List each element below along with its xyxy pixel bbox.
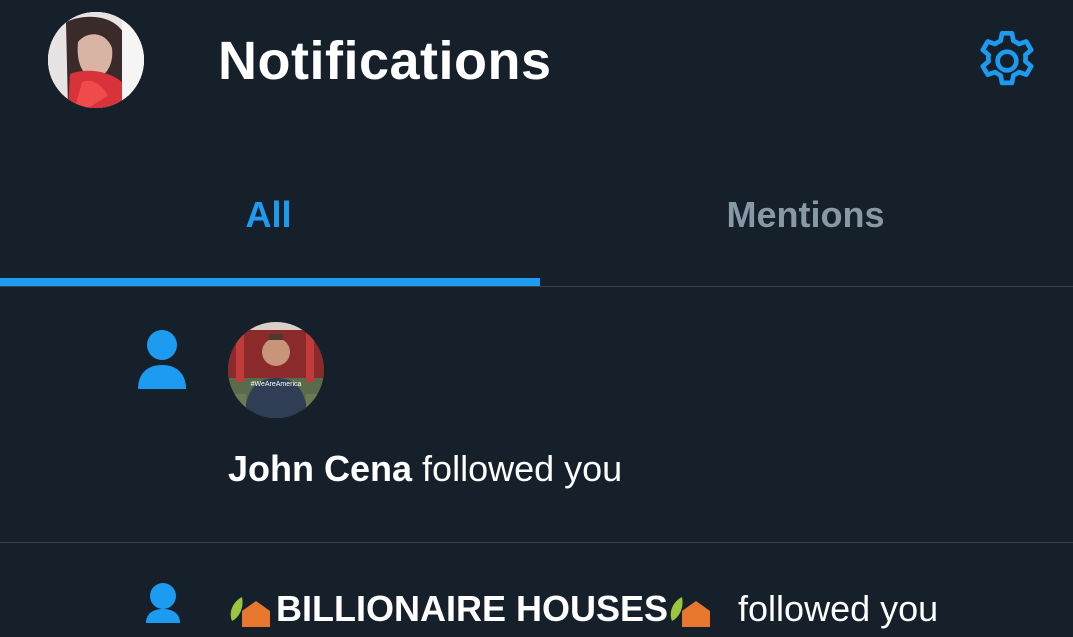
tab-mentions[interactable]: Mentions [537, 150, 1073, 287]
top-header: Notifications [0, 0, 1073, 128]
person-icon [146, 583, 180, 623]
tab-mentions-label: Mentions [726, 194, 885, 235]
house-emoji-icon [228, 591, 276, 627]
active-tab-indicator [0, 278, 540, 286]
house-emoji-icon [668, 591, 716, 627]
page-title: Notifications [218, 31, 552, 91]
avatar-caption: #WeAreAmerica [251, 381, 302, 388]
notification-action: followed you [422, 448, 623, 489]
tab-all[interactable]: All [0, 150, 537, 287]
notification-tabs: All Mentions [0, 150, 1073, 287]
follower-name[interactable]: John Cena [228, 448, 412, 489]
tab-all-label: All [245, 194, 292, 235]
avatar[interactable]: #WeAreAmerica [228, 322, 324, 418]
person-icon [136, 329, 188, 389]
profile-avatar[interactable] [48, 12, 144, 108]
profile-photo [48, 12, 144, 108]
notification-action: followed you [738, 588, 939, 629]
gear-icon[interactable] [972, 26, 1042, 96]
notification-item[interactable]: #WeAreAmerica John Cena followed you [0, 287, 1073, 542]
notification-item[interactable]: BILLIONAIRE HOUSES followed you [0, 543, 1073, 629]
follower-name[interactable]: BILLIONAIRE HOUSES [276, 587, 668, 631]
notification-text: BILLIONAIRE HOUSES followed you [228, 587, 938, 631]
notification-text: John Cena followed you [228, 447, 622, 491]
